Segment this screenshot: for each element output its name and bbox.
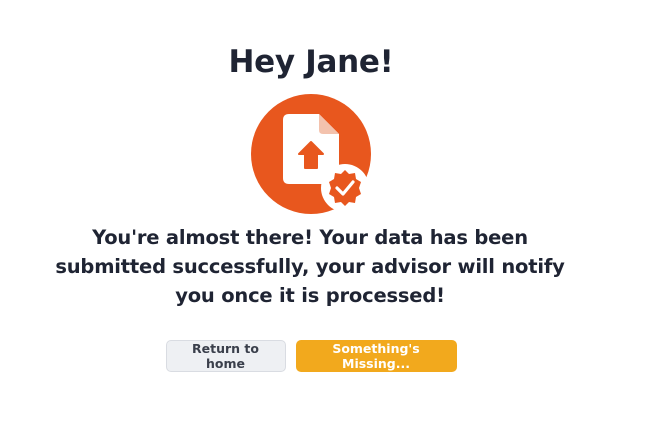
something-missing-button[interactable]: Something's Missing... (295, 340, 457, 372)
return-home-button[interactable]: Return to home (165, 340, 286, 372)
file-upload-illustration (249, 92, 373, 216)
submission-confirmation-page: Hey Jane! You're almost there! Your data… (0, 0, 667, 426)
file-upload-icon (251, 94, 371, 214)
status-message: You're almost there! Your data has been … (55, 226, 565, 307)
action-buttons: Return to home Something's Missing... (0, 340, 622, 372)
greeting-title: Hey Jane! (228, 44, 394, 80)
